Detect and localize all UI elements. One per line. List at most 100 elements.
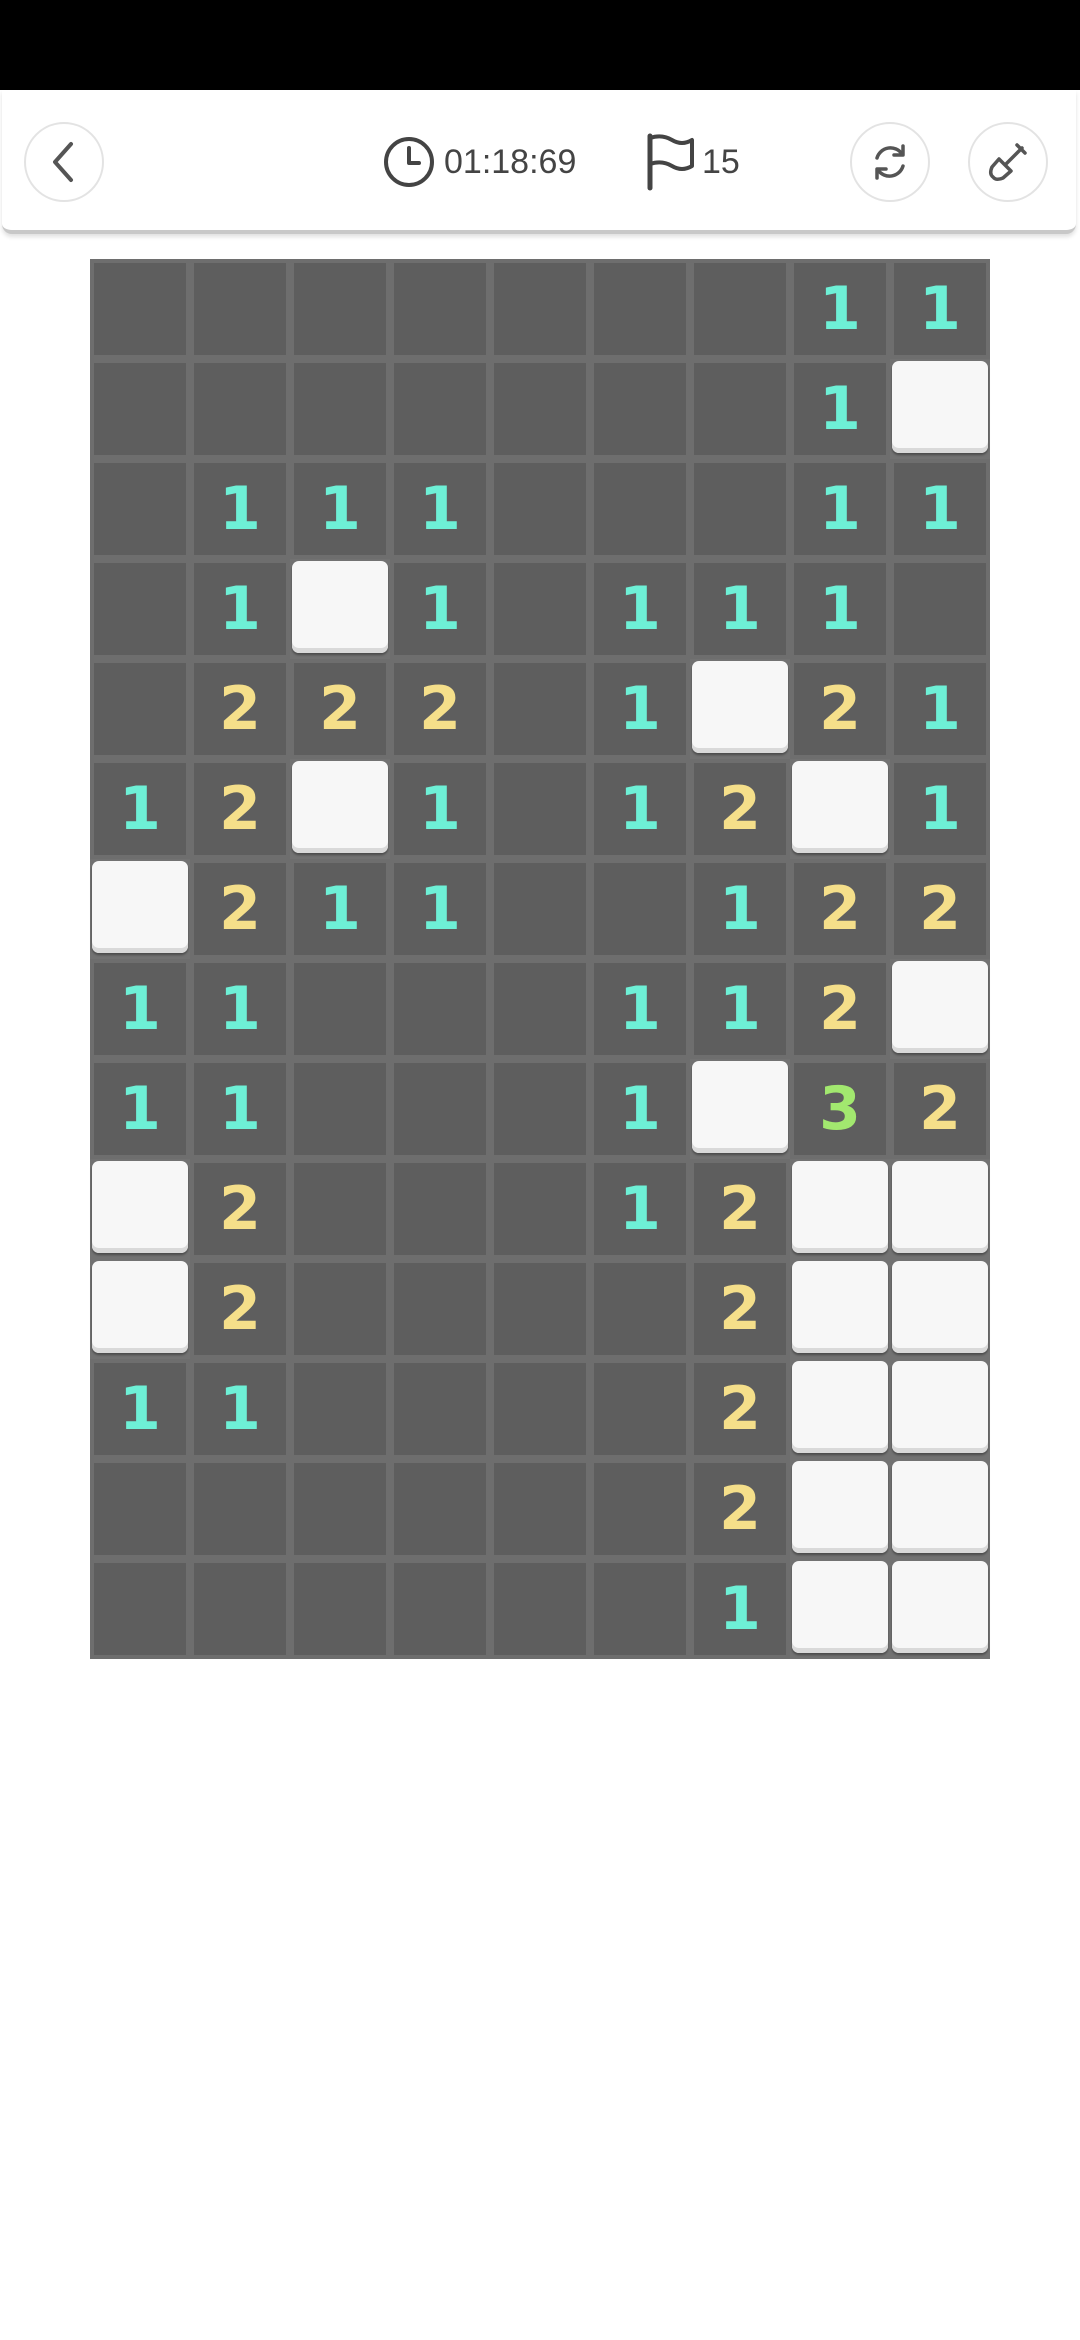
- tile-hidden[interactable]: [90, 459, 190, 559]
- tile-hidden[interactable]: [490, 1559, 590, 1659]
- tile-revealed[interactable]: [792, 1561, 888, 1653]
- tile-hidden[interactable]: [590, 859, 690, 959]
- tile-hidden[interactable]: [590, 1259, 690, 1359]
- tile-hidden[interactable]: [490, 1459, 590, 1559]
- tile-number[interactable]: 1: [90, 1059, 190, 1159]
- tile-hidden[interactable]: [390, 1059, 490, 1159]
- tile-revealed[interactable]: [792, 761, 888, 853]
- tile-number[interactable]: 1: [790, 259, 890, 359]
- tile-revealed[interactable]: [692, 1061, 788, 1153]
- tile-hidden[interactable]: [190, 359, 290, 459]
- tile-hidden[interactable]: [690, 459, 790, 559]
- tile-hidden[interactable]: [290, 1359, 390, 1459]
- tile-hidden[interactable]: [290, 259, 390, 359]
- tile-hidden[interactable]: [590, 1459, 690, 1559]
- tile-number[interactable]: 1: [190, 959, 290, 1059]
- tile-revealed[interactable]: [892, 1261, 988, 1353]
- tile-revealed[interactable]: [892, 961, 988, 1053]
- tile-hidden[interactable]: [490, 959, 590, 1059]
- tile-number[interactable]: 1: [190, 559, 290, 659]
- tile-number[interactable]: 1: [590, 759, 690, 859]
- tile-number[interactable]: 2: [690, 1159, 790, 1259]
- tile-hidden[interactable]: [390, 259, 490, 359]
- tile-number[interactable]: 2: [190, 1259, 290, 1359]
- tile-revealed[interactable]: [692, 661, 788, 753]
- tile-hidden[interactable]: [390, 1359, 490, 1459]
- tile-number[interactable]: 1: [590, 1059, 690, 1159]
- tile-hidden[interactable]: [90, 559, 190, 659]
- tile-hidden[interactable]: [490, 1359, 590, 1459]
- tile-number[interactable]: 1: [890, 259, 990, 359]
- tile-number[interactable]: 1: [690, 959, 790, 1059]
- tile-revealed[interactable]: [892, 1361, 988, 1453]
- tile-hidden[interactable]: [590, 1559, 690, 1659]
- tile-hidden[interactable]: [390, 959, 490, 1059]
- tile-hidden[interactable]: [190, 259, 290, 359]
- tile-revealed[interactable]: [292, 561, 388, 653]
- tile-hidden[interactable]: [490, 759, 590, 859]
- tile-number[interactable]: 1: [390, 859, 490, 959]
- tile-number[interactable]: 1: [790, 459, 890, 559]
- tile-number[interactable]: 1: [390, 559, 490, 659]
- tile-number[interactable]: 1: [890, 659, 990, 759]
- tile-hidden[interactable]: [490, 559, 590, 659]
- tile-hidden[interactable]: [490, 259, 590, 359]
- tile-number[interactable]: 1: [790, 359, 890, 459]
- tile-hidden[interactable]: [190, 1459, 290, 1559]
- tile-hidden[interactable]: [290, 1559, 390, 1659]
- tile-hidden[interactable]: [490, 459, 590, 559]
- tile-hidden[interactable]: [390, 1559, 490, 1659]
- tile-hidden[interactable]: [390, 359, 490, 459]
- tile-number[interactable]: 2: [890, 859, 990, 959]
- tile-number[interactable]: 2: [690, 1459, 790, 1559]
- dig-tool-button[interactable]: [968, 122, 1048, 202]
- tile-hidden[interactable]: [490, 659, 590, 759]
- tile-number[interactable]: 1: [190, 1059, 290, 1159]
- tile-hidden[interactable]: [90, 259, 190, 359]
- tile-hidden[interactable]: [690, 359, 790, 459]
- tile-revealed[interactable]: [92, 1261, 188, 1353]
- tile-number[interactable]: 1: [90, 759, 190, 859]
- tile-number[interactable]: 1: [690, 1559, 790, 1659]
- tile-revealed[interactable]: [92, 861, 188, 953]
- tile-number[interactable]: 2: [790, 659, 890, 759]
- tile-number[interactable]: 1: [690, 859, 790, 959]
- tile-hidden[interactable]: [490, 859, 590, 959]
- tile-revealed[interactable]: [292, 761, 388, 853]
- tile-number[interactable]: 2: [890, 1059, 990, 1159]
- tile-number[interactable]: 1: [890, 459, 990, 559]
- tile-number[interactable]: 1: [690, 559, 790, 659]
- tile-number[interactable]: 2: [190, 1159, 290, 1259]
- tile-number[interactable]: 2: [290, 659, 390, 759]
- tile-revealed[interactable]: [892, 1161, 988, 1253]
- tile-number[interactable]: 1: [290, 859, 390, 959]
- tile-hidden[interactable]: [590, 259, 690, 359]
- tile-hidden[interactable]: [190, 1559, 290, 1659]
- tile-number[interactable]: 1: [590, 559, 690, 659]
- tile-revealed[interactable]: [892, 1461, 988, 1553]
- tile-revealed[interactable]: [892, 361, 988, 453]
- tile-number[interactable]: 1: [790, 559, 890, 659]
- tile-hidden[interactable]: [490, 1159, 590, 1259]
- tile-hidden[interactable]: [490, 1059, 590, 1159]
- tile-hidden[interactable]: [390, 1259, 490, 1359]
- tile-revealed[interactable]: [792, 1361, 888, 1453]
- tile-number[interactable]: 1: [390, 459, 490, 559]
- tile-number[interactable]: 2: [190, 859, 290, 959]
- tile-hidden[interactable]: [490, 1259, 590, 1359]
- tile-hidden[interactable]: [290, 1259, 390, 1359]
- tile-hidden[interactable]: [490, 359, 590, 459]
- tile-number[interactable]: 1: [590, 1159, 690, 1259]
- tile-number[interactable]: 1: [590, 959, 690, 1059]
- tile-hidden[interactable]: [890, 559, 990, 659]
- tile-number[interactable]: 2: [690, 1259, 790, 1359]
- tile-number[interactable]: 2: [790, 959, 890, 1059]
- tile-revealed[interactable]: [792, 1461, 888, 1553]
- tile-revealed[interactable]: [892, 1561, 988, 1653]
- tile-number[interactable]: 2: [790, 859, 890, 959]
- tile-number[interactable]: 1: [390, 759, 490, 859]
- tile-hidden[interactable]: [290, 359, 390, 459]
- tile-number[interactable]: 3: [790, 1059, 890, 1159]
- restart-button[interactable]: [850, 122, 930, 202]
- tile-number[interactable]: 1: [290, 459, 390, 559]
